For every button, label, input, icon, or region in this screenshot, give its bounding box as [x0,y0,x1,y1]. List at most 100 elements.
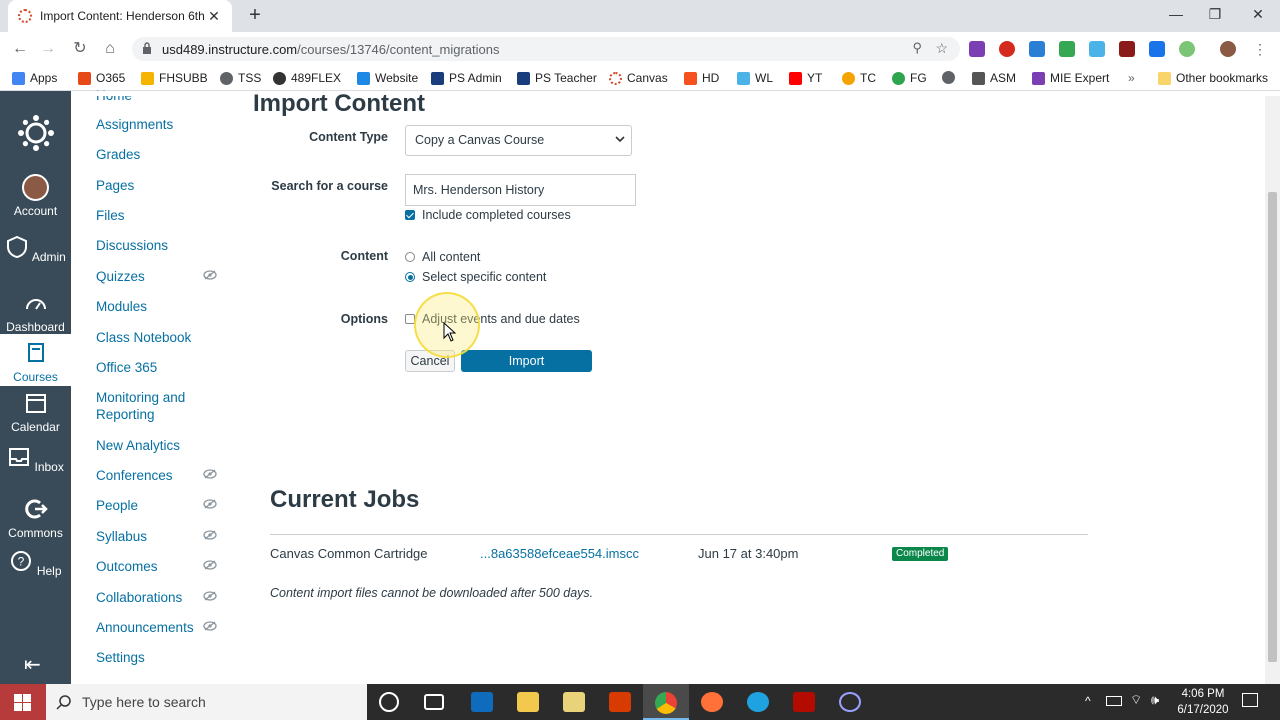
specific-content-radio[interactable] [405,272,415,282]
bookmark-ps-teacher[interactable]: PS Teacher [517,71,597,85]
course-nav-syllabus[interactable]: Syllabus [96,528,147,545]
chrome-taskbar-button[interactable] [643,684,689,720]
reload-icon[interactable]: ↻ [70,39,90,59]
home-icon[interactable]: ⌂ [100,39,120,59]
bookmark-yt[interactable]: YT [789,71,822,85]
bookmark-wl[interactable]: WL [737,71,773,85]
new-tab-button[interactable]: + [244,5,266,27]
onenote-extension-icon[interactable] [969,41,985,57]
bookmark-489flex[interactable]: 489FLEX [273,71,341,85]
course-nav-files[interactable]: Files [96,207,125,224]
bookmark-globe[interactable] [942,71,960,84]
bookmark-fhsubb[interactable]: FHSUBB [141,71,208,85]
zoom-icon[interactable]: ⚲ [912,40,922,56]
global-nav-admin[interactable]: Admin [0,235,71,264]
more-bookmarks-icon[interactable]: » [1128,71,1135,85]
canvas-logo-icon[interactable] [17,114,55,152]
course-nav-reporting[interactable]: Reporting [96,406,155,423]
tray-chevron-icon[interactable]: ^ [1085,694,1091,708]
star-bookmark-icon[interactable]: ☆ [935,40,948,57]
global-nav-dashboard[interactable]: Dashboard [0,292,71,334]
minimize-icon[interactable]: — [1166,6,1186,24]
course-nav-quizzes[interactable]: Quizzes [96,268,145,285]
chart-extension-icon[interactable] [1029,41,1045,57]
all-content-option[interactable]: All content [405,250,480,264]
restore-icon[interactable]: ❐ [1205,6,1225,24]
bookmark-tc[interactable]: TC [842,71,876,85]
start-button[interactable] [0,684,46,720]
bookmark-o365[interactable]: O365 [78,71,125,85]
course-nav-settings[interactable]: Settings [96,649,145,666]
notes-app-icon[interactable] [563,692,585,712]
battery-icon[interactable] [1106,696,1122,706]
cortana-icon[interactable] [379,692,399,712]
firefox-icon[interactable] [701,692,723,712]
taskbar-clock[interactable]: 4:06 PM 6/17/2020 [1172,686,1234,718]
extension-icon[interactable] [1179,41,1195,57]
course-nav-conferences[interactable]: Conferences [96,467,173,484]
course-nav-discussions[interactable]: Discussions [96,237,168,254]
specific-content-option[interactable]: Select specific content [405,270,546,284]
course-nav-new-analytics[interactable]: New Analytics [96,437,180,454]
course-nav-assignments[interactable]: Assignments [96,116,173,133]
bookmark-canvas[interactable]: Canvas [609,71,668,85]
browser-tab[interactable]: Import Content: Henderson 6th ✕ [8,0,232,32]
edge-icon[interactable] [747,692,769,712]
opera-extension-icon[interactable] [999,41,1015,57]
global-nav-account[interactable]: Account [0,174,71,218]
course-nav-outcomes[interactable]: Outcomes [96,558,158,575]
close-window-icon[interactable]: ✕ [1248,6,1268,24]
wifi-icon[interactable]: ⌔ [1130,692,1142,708]
outlook-icon[interactable] [471,692,493,712]
office-icon[interactable] [609,692,631,712]
include-completed-checkbox[interactable] [405,210,415,220]
bookmark-hd[interactable]: HD [684,71,719,85]
bookmark-mie-expert[interactable]: MIE Expert [1032,71,1109,85]
profile-avatar[interactable] [1220,41,1236,57]
bookmark-asm[interactable]: ASM [972,71,1016,85]
notifications-icon[interactable] [1242,693,1258,707]
global-nav-calendar[interactable]: Calendar [0,392,71,434]
course-search-input[interactable] [405,174,636,206]
course-nav-announcements[interactable]: Announcements [96,619,194,636]
bookmark-apps[interactable]: Apps [12,71,57,85]
task-view-icon[interactable] [424,694,444,710]
pdf-extension-icon[interactable] [1119,41,1135,57]
back-icon[interactable]: ← [10,39,30,59]
course-nav-grades[interactable]: Grades [96,146,140,163]
global-nav-courses[interactable]: Courses [0,334,71,386]
job-file-link[interactable]: ...8a63588efceae554.imscc [480,546,639,561]
all-content-radio[interactable] [405,252,415,262]
global-nav-inbox[interactable]: Inbox [0,446,71,474]
global-nav-commons[interactable]: Commons [0,498,71,540]
close-tab-icon[interactable]: ✕ [206,8,222,25]
bookmark-ps-admin[interactable]: PS Admin [431,71,502,85]
taskbar-search[interactable]: Type here to search [46,684,367,720]
word-extension-icon[interactable] [1089,41,1105,57]
course-nav-office-365[interactable]: Office 365 [96,359,157,376]
bookmark-other[interactable]: Other bookmarks [1158,71,1268,85]
course-nav-monitoring[interactable]: Monitoring and [96,389,185,406]
screen-recorder-icon[interactable] [839,692,861,712]
volume-icon[interactable]: 🕪 [1151,692,1159,708]
screencast-extension-icon[interactable] [1149,41,1165,57]
global-nav-help[interactable]: ? Help [0,550,71,578]
file-explorer-icon[interactable] [517,692,539,712]
scrollbar-thumb[interactable] [1268,192,1277,662]
collapse-nav-icon[interactable]: ⇤ [24,652,41,677]
address-bar[interactable]: usd489.instructure.com/courses/13746/con… [132,37,960,61]
acrobat-icon[interactable] [793,692,815,712]
course-nav-pages[interactable]: Pages [96,177,134,194]
course-nav-class-notebook[interactable]: Class Notebook [96,329,191,346]
import-button[interactable]: Import [461,350,592,372]
course-nav-people[interactable]: People [96,497,138,514]
content-type-select[interactable]: Copy a Canvas Course [405,125,632,156]
bookmark-fg[interactable]: FG [892,71,927,85]
forward-icon[interactable]: → [38,39,58,59]
course-nav-modules[interactable]: Modules [96,298,147,315]
extension-icon[interactable] [1059,41,1075,57]
include-completed-option[interactable]: Include completed courses [405,208,571,222]
page-scrollbar[interactable] [1265,96,1280,684]
menu-dots-icon[interactable]: ⋮ [1252,41,1268,57]
bookmark-website[interactable]: Website [357,71,418,85]
